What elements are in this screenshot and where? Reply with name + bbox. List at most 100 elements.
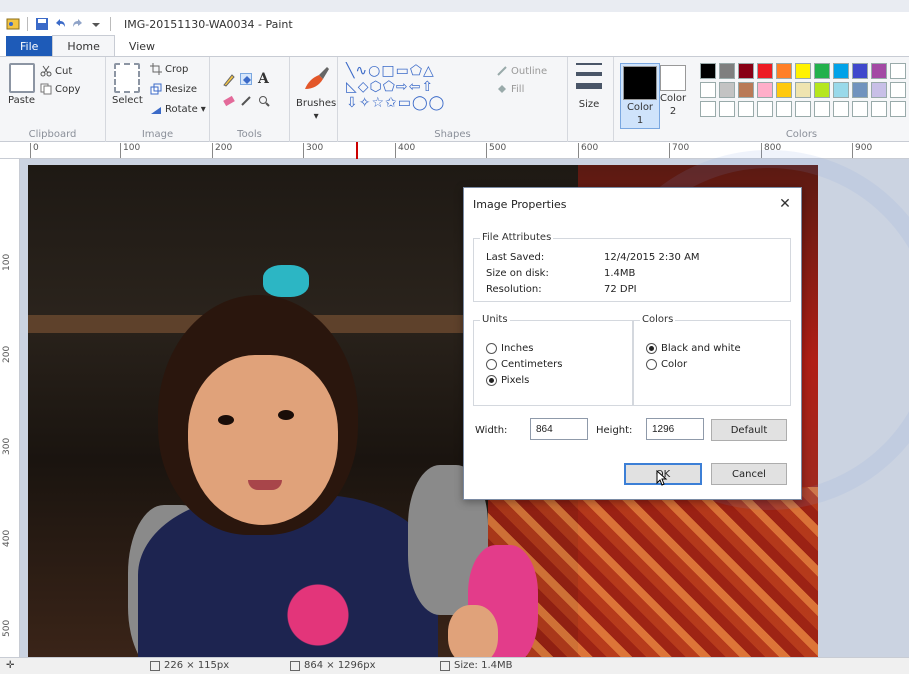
crop-label: Crop [165, 63, 189, 75]
units-legend: Units [480, 314, 510, 325]
color-swatch[interactable] [814, 101, 830, 117]
color-swatch[interactable] [833, 63, 849, 79]
color-swatch[interactable] [719, 101, 735, 117]
height-label: Height: [596, 425, 633, 436]
horizontal-ruler: 0 100 200 300 400 500 600 700 800 900 [0, 142, 909, 159]
color-swatch[interactable] [814, 63, 830, 79]
color-swatch[interactable] [700, 101, 716, 117]
cut-button[interactable]: Cut [40, 65, 72, 77]
resize-button[interactable]: Resize [150, 83, 197, 95]
color-swatch[interactable] [776, 101, 792, 117]
brushes-button[interactable]: Brushes ▾ [296, 63, 336, 122]
color-swatch[interactable] [871, 82, 887, 98]
copy-button[interactable]: Copy [40, 83, 80, 95]
shapes-gallery[interactable]: ╲∿○□▭⬠△ ◺◇⬡⬠⇨⇦⇧ ⇩✧☆✩▭◯◯ [346, 63, 488, 111]
color-swatch[interactable] [795, 82, 811, 98]
width-input[interactable] [530, 418, 588, 440]
color-swatch[interactable] [700, 82, 716, 98]
color-picker-icon[interactable] [240, 95, 252, 107]
radio-label: Centimeters [501, 359, 563, 370]
color-swatch[interactable] [833, 82, 849, 98]
height-input[interactable] [646, 418, 704, 440]
color-swatch[interactable] [871, 101, 887, 117]
color-swatch[interactable] [757, 63, 773, 79]
color-swatch[interactable] [757, 82, 773, 98]
color-swatch[interactable] [719, 82, 735, 98]
redo-icon[interactable] [71, 17, 85, 31]
color-swatch[interactable] [833, 101, 849, 117]
tools-row-2 [222, 95, 270, 107]
units-inches-radio[interactable]: Inches [486, 343, 534, 354]
paste-button[interactable]: Paste [8, 63, 35, 106]
rotate-button[interactable]: Rotate ▾ [150, 103, 206, 115]
color-selectors: Color 1 Color 2 [614, 57, 694, 143]
last-saved-row: Last Saved: 12/4/2015 2:30 AM [486, 252, 786, 263]
brushes-label: Brushes [296, 98, 337, 109]
tab-home[interactable]: Home [52, 35, 115, 56]
last-saved-value: 12/4/2015 2:30 AM [604, 252, 700, 263]
color-swatch[interactable] [738, 82, 754, 98]
color-swatch[interactable] [795, 63, 811, 79]
colors-color-radio[interactable]: Color [646, 359, 687, 370]
outline-label: Outline [511, 65, 548, 77]
units-centimeters-radio[interactable]: Centimeters [486, 359, 562, 370]
select-label: Select [112, 95, 143, 106]
color-1-button[interactable]: Color 1 [620, 63, 660, 129]
fill-button[interactable]: Fill [496, 83, 524, 95]
color-swatch[interactable] [757, 101, 773, 117]
radio-label: Inches [501, 343, 534, 354]
tab-view[interactable]: View [115, 36, 169, 56]
size-button[interactable]: Size [576, 63, 602, 110]
crop-button[interactable]: Crop [150, 63, 188, 75]
color-swatch[interactable] [890, 101, 906, 117]
color-2-button[interactable]: Color 2 [660, 65, 686, 117]
ribbon-tabs: File Home View [0, 35, 909, 56]
paste-label: Paste [8, 95, 35, 106]
outline-button[interactable]: Outline [496, 65, 547, 77]
scissors-icon [40, 65, 52, 77]
image-group: Select Crop Resize Rotate ▾ Image [106, 57, 210, 143]
color-swatch[interactable] [871, 63, 887, 79]
color-swatch[interactable] [776, 82, 792, 98]
color-swatch[interactable] [795, 101, 811, 117]
colors-black-white-radio[interactable]: Black and white [646, 343, 741, 354]
ruler-label: 300 [303, 143, 323, 158]
color-swatch[interactable] [890, 82, 906, 98]
rotate-icon [150, 103, 162, 115]
color-swatch[interactable] [700, 63, 716, 79]
paint-app-icon[interactable] [6, 17, 20, 31]
ruler-label: 500 [2, 619, 12, 637]
resize-label: Resize [165, 83, 198, 95]
color-swatch[interactable] [814, 82, 830, 98]
cancel-button[interactable]: Cancel [711, 463, 787, 485]
fill-bucket-icon[interactable] [240, 73, 252, 85]
ruler-label: 500 [486, 143, 506, 158]
color-swatch[interactable] [852, 82, 868, 98]
resolution-row: Resolution: 72 DPI [486, 284, 786, 295]
magnifier-icon[interactable] [258, 95, 270, 107]
units-pixels-radio[interactable]: Pixels [486, 375, 529, 386]
image-properties-dialog: Image Properties ✕ File Attributes Last … [463, 187, 802, 500]
photo-eye [218, 415, 234, 425]
save-icon[interactable] [35, 17, 49, 31]
eraser-icon[interactable] [222, 95, 235, 107]
color-swatch[interactable] [852, 101, 868, 117]
tab-file[interactable]: File [6, 36, 53, 56]
text-tool-icon[interactable]: A [258, 71, 269, 87]
pencil-icon[interactable] [222, 73, 235, 87]
color-swatch[interactable] [890, 63, 906, 79]
customize-dropdown-icon[interactable] [89, 17, 103, 31]
radio-button [486, 359, 497, 370]
brushes-group: Brushes ▾ [290, 57, 338, 143]
undo-icon[interactable] [53, 17, 67, 31]
color-swatch[interactable] [719, 63, 735, 79]
color-1-swatch [623, 66, 657, 100]
select-button[interactable]: Select [112, 63, 143, 106]
color-swatch[interactable] [852, 63, 868, 79]
default-button[interactable]: Default [711, 419, 787, 441]
color-swatch[interactable] [776, 63, 792, 79]
selection-size-text: 226 × 115px [164, 660, 230, 671]
color-swatch[interactable] [738, 101, 754, 117]
close-icon[interactable]: ✕ [775, 194, 795, 214]
color-swatch[interactable] [738, 63, 754, 79]
